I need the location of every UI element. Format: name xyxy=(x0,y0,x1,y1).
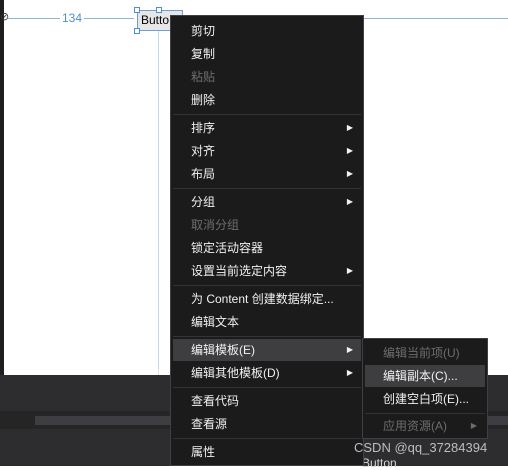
resize-handle[interactable] xyxy=(134,28,140,34)
submenu-item-edit-current: 编辑当前项(U) xyxy=(383,346,460,360)
menu-item-view-source[interactable]: 查看源 xyxy=(173,413,361,435)
horizontal-margin-guide-right xyxy=(364,18,508,19)
submenu-arrow-icon: ▶ xyxy=(470,421,477,430)
menu-separator xyxy=(173,188,361,189)
menu-separator xyxy=(173,114,361,115)
menu-separator xyxy=(173,438,361,439)
menu-separator xyxy=(173,387,361,388)
menu-separator xyxy=(173,336,361,337)
menu-item-edit-text[interactable]: 编辑文本 xyxy=(173,311,361,333)
menu-item-properties[interactable]: 属性 xyxy=(173,441,361,463)
vertical-margin-guide xyxy=(158,30,159,375)
menu-item-edit-other-templates[interactable]: 编辑其他模板(D) ▶ xyxy=(173,362,361,384)
submenu-arrow-icon: ▶ xyxy=(346,197,353,206)
menu-item-lock-active-container[interactable]: 锁定活动容器 xyxy=(173,237,361,259)
submenu-item-create-empty[interactable]: 创建空白项(E)... xyxy=(365,388,485,410)
resize-handle[interactable] xyxy=(134,7,140,13)
menu-item-set-current-selection[interactable]: 设置当前选定内容 ▶ xyxy=(173,260,361,282)
menu-separator xyxy=(173,285,361,286)
edit-template-submenu: 编辑当前项(U) 编辑副本(C)... 创建空白项(E)... 应用资源(A) ▶ xyxy=(362,338,488,439)
anchor-left-icon[interactable]: ⊘ xyxy=(0,12,10,23)
menu-item-paste: 粘贴 xyxy=(191,70,216,84)
menu-item-copy[interactable]: 复制 xyxy=(173,43,361,65)
submenu-item-edit-copy[interactable]: 编辑副本(C)... xyxy=(365,365,485,387)
menu-item-edit-template[interactable]: 编辑模板(E) ▶ xyxy=(173,339,361,361)
document-outline-item[interactable]: Button xyxy=(362,456,397,470)
menu-item-group[interactable]: 分组 ▶ xyxy=(173,191,361,213)
menu-item-cut[interactable]: 剪切 xyxy=(173,20,361,42)
menu-item-delete[interactable]: 删除 xyxy=(173,89,361,111)
menu-item-align[interactable]: 对齐 ▶ xyxy=(173,140,361,162)
menu-separator xyxy=(365,413,485,414)
margin-value-label: 134 xyxy=(60,11,84,25)
submenu-arrow-icon: ▶ xyxy=(346,368,353,377)
menu-item-layout[interactable]: 布局 ▶ xyxy=(173,163,361,185)
submenu-arrow-icon: ▶ xyxy=(346,146,353,155)
context-menu: 剪切 复制 粘贴 删除 排序 ▶ 对齐 ▶ 布局 ▶ 分组 ▶ 取消分组 锁定活动容器 … xyxy=(170,15,364,466)
menu-item-order[interactable]: 排序 ▶ xyxy=(173,117,361,139)
submenu-arrow-icon: ▶ xyxy=(346,266,353,275)
menu-item-ungroup: 取消分组 xyxy=(191,218,240,232)
submenu-arrow-icon: ▶ xyxy=(346,123,353,132)
resize-handle[interactable] xyxy=(156,7,162,13)
submenu-item-apply-resource: 应用资源(A) ▶ xyxy=(365,415,485,437)
submenu-arrow-icon: ▶ xyxy=(346,169,353,178)
submenu-arrow-icon: ▶ xyxy=(346,345,353,354)
menu-item-create-data-binding[interactable]: 为 Content 创建数据绑定... xyxy=(173,288,361,310)
menu-item-view-code[interactable]: 查看代码 xyxy=(173,390,361,412)
watermark: CSDN @qq_37284394 xyxy=(354,440,488,455)
